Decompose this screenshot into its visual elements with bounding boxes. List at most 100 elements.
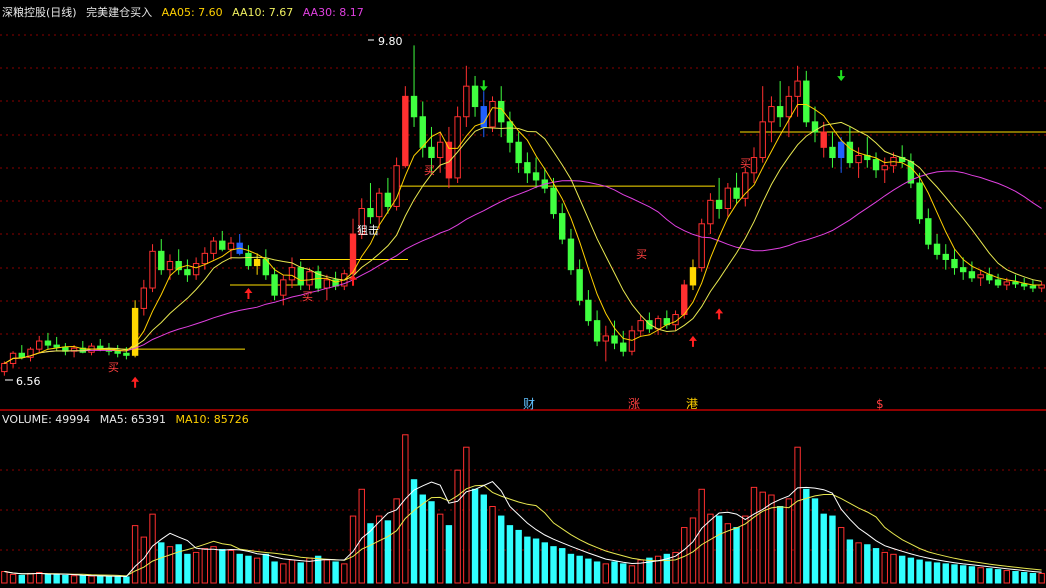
- volume-bar: [515, 529, 522, 584]
- volume-bar: [576, 555, 583, 584]
- candle-body: [925, 218, 932, 245]
- volume-bar: [262, 553, 270, 584]
- volume-bar: [62, 574, 69, 584]
- volume-bar: [1038, 572, 1045, 584]
- volume-bar: [567, 553, 575, 584]
- volume-bar: [715, 515, 723, 584]
- volume-bar: [506, 525, 514, 584]
- volume-bar: [698, 488, 705, 584]
- candle-body: [881, 165, 888, 171]
- buy-signal-label: 买: [740, 157, 751, 170]
- candle-body: [620, 342, 627, 352]
- candle-body: [637, 320, 644, 332]
- candle-body: [463, 85, 470, 118]
- candle-body: [994, 279, 1002, 286]
- buy-arrow-icon: [715, 308, 724, 320]
- volume-bar: [410, 479, 418, 584]
- price-high-label: 9.80: [378, 35, 403, 48]
- candle-body: [628, 330, 636, 352]
- candle-body: [916, 182, 923, 220]
- candle-body: [829, 146, 836, 159]
- candle-body: [724, 187, 732, 210]
- volume-bar: [977, 567, 984, 584]
- sell-arrow-icon: [479, 80, 488, 92]
- candle-body: [1029, 285, 1037, 289]
- candle-body: [689, 267, 697, 286]
- candle-body: [166, 261, 174, 271]
- volume-bar: [375, 515, 383, 584]
- volume-bar: [236, 553, 243, 584]
- buy-signal-label: 买: [302, 290, 313, 303]
- volume-bar: [210, 546, 217, 584]
- volume-bar: [123, 576, 130, 584]
- candle-body: [968, 271, 976, 279]
- candle-body: [149, 250, 156, 289]
- volume-bar: [794, 446, 801, 584]
- volume-bar: [158, 542, 165, 584]
- volume-bar: [201, 548, 209, 584]
- candle-body: [576, 269, 583, 301]
- candle-body: [785, 95, 793, 118]
- candle-body: [681, 284, 688, 316]
- candle-body: [428, 146, 435, 159]
- candle-body: [585, 299, 592, 322]
- volume-bar: [1021, 571, 1028, 584]
- candle-body: [410, 95, 418, 118]
- candle-body: [375, 192, 383, 218]
- volume-bar: [245, 555, 252, 584]
- candle-body: [227, 242, 235, 250]
- volume-bar: [602, 563, 610, 584]
- volume-bar: [384, 520, 392, 584]
- volume-bar: [733, 527, 740, 584]
- candle-body: [140, 287, 148, 309]
- volume-bar: [890, 553, 897, 584]
- candle-body: [1003, 281, 1010, 286]
- volume-bar: [18, 574, 25, 584]
- volume-bars: [1, 434, 1045, 584]
- volume-bar: [837, 527, 845, 584]
- stock-chart[interactable]: 买买买买买狙击9.806.56财涨港 $: [0, 0, 1046, 588]
- candle-body: [951, 258, 958, 269]
- volume-bar: [36, 571, 43, 584]
- buy-arrow-icon: [131, 376, 140, 388]
- candle-body: [872, 159, 880, 171]
- buy-arrow-icon: [349, 274, 358, 286]
- volume-bar: [776, 506, 784, 584]
- volume-bar: [628, 565, 636, 584]
- candle-body: [184, 269, 191, 276]
- candle-body: [219, 240, 226, 250]
- candle-body: [855, 154, 862, 164]
- volume-bar: [70, 575, 78, 584]
- candle-body: [742, 172, 749, 199]
- candle-body: [820, 131, 827, 148]
- volume-bar: [881, 551, 888, 584]
- volume-bar: [428, 501, 435, 584]
- volume-bar: [968, 566, 976, 584]
- candle-body: [384, 192, 392, 207]
- volume-bar: [341, 563, 348, 584]
- volume-bar: [898, 555, 906, 584]
- candle-body: [698, 223, 705, 269]
- buy-signal-label: 买: [636, 248, 647, 261]
- candle-body: [18, 352, 25, 358]
- candles: [1, 45, 1045, 376]
- volume-bar: [253, 557, 261, 584]
- volume-bar: [994, 569, 1002, 584]
- candle-body: [1, 362, 8, 373]
- candle-body: [471, 85, 479, 108]
- volume-bar: [585, 558, 592, 584]
- candle-body: [768, 106, 775, 123]
- candle-body: [776, 106, 784, 118]
- volume-bar: [297, 562, 304, 584]
- candle-body: [201, 252, 209, 265]
- candle-body: [506, 121, 514, 143]
- candle-body: [419, 116, 426, 148]
- candle-body: [532, 172, 540, 181]
- candle-body: [942, 253, 949, 260]
- candle-body: [611, 335, 618, 344]
- volume-bar: [864, 544, 871, 584]
- volume-bar: [79, 575, 87, 584]
- volume-bar: [1, 571, 8, 584]
- volume-bar: [27, 572, 34, 584]
- candle-body: [367, 208, 374, 218]
